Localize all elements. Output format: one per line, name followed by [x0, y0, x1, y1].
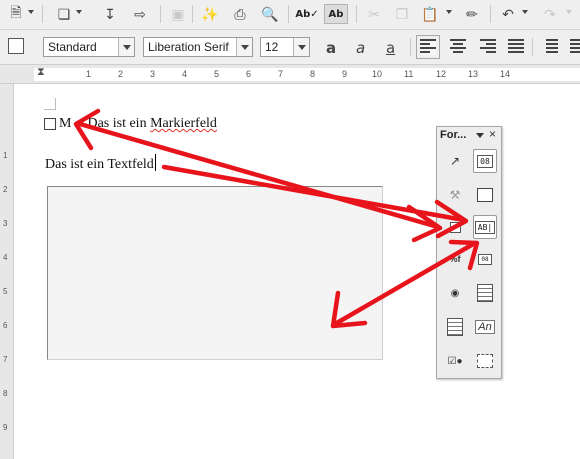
- checkbox-control[interactable]: M Das ist ein Markierfeld: [44, 116, 217, 132]
- textfield-label-text: Das ist ein Textfeld: [45, 157, 154, 172]
- bold-button[interactable]: a: [326, 39, 336, 57]
- print-icon[interactable]: ⎙: [230, 4, 250, 24]
- autospell-icon[interactable]: Ab: [324, 4, 348, 24]
- ruler-number: 12: [436, 69, 447, 79]
- undo-dropdown-icon[interactable]: [522, 10, 528, 14]
- templates-icon[interactable]: ❏: [54, 4, 74, 24]
- ruler-number: 1: [86, 69, 92, 79]
- ruler-number: 14: [500, 69, 511, 79]
- formatted-field-icon[interactable]: %f: [443, 247, 467, 271]
- textfield-label: Das ist ein Textfeld: [45, 154, 156, 173]
- ruler-number: 2: [3, 185, 8, 194]
- list-box-icon[interactable]: [473, 281, 497, 305]
- bullets-button[interactable]: [566, 39, 580, 55]
- ruler-number: 8: [310, 69, 316, 79]
- formatting-toolbar: Standard Liberation Serif 12 a a a: [0, 30, 580, 65]
- italic-button[interactable]: a: [356, 39, 365, 57]
- align-right-button[interactable]: [480, 39, 496, 55]
- paragraph-style-value: Standard: [48, 40, 97, 54]
- push-button-icon[interactable]: 08: [473, 247, 497, 271]
- undo-icon[interactable]: ↶: [498, 4, 518, 24]
- export-pdf-icon[interactable]: ✨: [200, 4, 220, 24]
- ruler-number: 10: [372, 69, 383, 79]
- chevron-down-icon[interactable]: [236, 38, 252, 56]
- justify-button[interactable]: [508, 39, 524, 55]
- chevron-down-icon[interactable]: [293, 38, 309, 56]
- text-box-icon[interactable]: AB|: [473, 215, 497, 239]
- font-size-value: 12: [265, 40, 279, 54]
- underline-button[interactable]: a: [386, 39, 395, 57]
- font-name-combo[interactable]: Liberation Serif: [143, 37, 253, 57]
- ruler-number: 6: [246, 69, 252, 79]
- ruler-number: 5: [3, 287, 8, 296]
- vertical-ruler[interactable]: 1 2 3 4 5 6 7 8 9: [0, 84, 14, 459]
- check-box-icon[interactable]: ✓: [443, 215, 467, 239]
- paste-icon[interactable]: 📋: [420, 4, 440, 24]
- styles-icon[interactable]: [8, 38, 24, 54]
- export-icon[interactable]: ⇨: [130, 4, 150, 24]
- ruler-number: 13: [468, 69, 479, 79]
- form-navigator-icon[interactable]: [473, 183, 497, 207]
- redo-icon[interactable]: ↷: [540, 4, 560, 24]
- clone-formatting-icon[interactable]: ✏: [462, 4, 482, 24]
- spelling-icon[interactable]: Ab✓: [295, 4, 318, 24]
- label-field-icon[interactable]: An: [473, 315, 497, 339]
- ruler-number: 9: [3, 423, 8, 432]
- checkbox-box[interactable]: [44, 118, 56, 130]
- redo-dropdown-icon[interactable]: [566, 10, 572, 14]
- ruler-number: 1: [3, 151, 8, 160]
- control-properties-icon[interactable]: ⚒: [443, 183, 467, 207]
- ruler-number: 4: [182, 69, 188, 79]
- ruler-number: 2: [118, 69, 124, 79]
- option-button-icon[interactable]: ◉: [443, 281, 467, 305]
- form-design-icon[interactable]: [473, 349, 497, 373]
- ruler-number: 7: [278, 69, 284, 79]
- ruler-number: 6: [3, 321, 8, 330]
- ruler-number: 7: [3, 355, 8, 364]
- indent-marker-icon[interactable]: ⧗: [37, 66, 45, 79]
- ruler-number: 9: [342, 69, 348, 79]
- cut-icon[interactable]: ✂: [364, 4, 384, 24]
- paste-dropdown-icon[interactable]: [446, 10, 452, 14]
- new-dropdown-icon[interactable]: [28, 10, 34, 14]
- ruler-number: 3: [3, 219, 8, 228]
- ruler-number: 3: [150, 69, 156, 79]
- more-controls-icon[interactable]: ☑●: [443, 349, 467, 373]
- numbering-button[interactable]: [542, 39, 558, 55]
- align-left-button[interactable]: [416, 35, 440, 59]
- new-document-icon[interactable]: 🗎: [6, 4, 26, 24]
- combo-box-icon[interactable]: [443, 315, 467, 339]
- copy-icon[interactable]: ❐: [392, 4, 412, 24]
- checkbox-caption: Das ist ein Markierfeld: [87, 116, 217, 131]
- chevron-down-icon[interactable]: [118, 38, 134, 56]
- checkbox-prefix: M: [59, 116, 72, 131]
- ruler-number: 11: [404, 69, 414, 79]
- font-name-value: Liberation Serif: [148, 40, 229, 54]
- panel-title: For...: [440, 129, 467, 141]
- text-boundary-corner: [44, 98, 56, 110]
- form-controls-panel: For... × ↗ 08 ⚒ ✓ AB| %f 08 ◉ An ☑●: [436, 126, 502, 379]
- templates-dropdown-icon[interactable]: [76, 10, 82, 14]
- horizontal-ruler[interactable]: ⧗ 1 2 3 4 5 6 7 8 9 10 11 12 13 14: [0, 65, 580, 84]
- standard-toolbar: 🗎 ❏ ↧ ⇨ ▣ ✨ ⎙ 🔍 Ab✓ Ab ✂ ❐ 📋 ✏ ↶ ↷: [0, 0, 580, 30]
- print-preview-icon[interactable]: 🔍: [260, 4, 280, 24]
- text-cursor: [154, 154, 156, 171]
- align-center-button[interactable]: [450, 39, 466, 55]
- ruler-number: 8: [3, 389, 8, 398]
- text-box-control[interactable]: [47, 186, 383, 360]
- close-icon[interactable]: ×: [489, 127, 496, 141]
- ruler-number: 5: [214, 69, 220, 79]
- select-pointer-icon[interactable]: ↗: [443, 149, 467, 173]
- panel-menu-icon[interactable]: [476, 133, 484, 138]
- paragraph-style-combo[interactable]: Standard: [43, 37, 135, 57]
- edit-mode-icon[interactable]: ▣: [168, 4, 188, 24]
- font-size-combo[interactable]: 12: [260, 37, 310, 57]
- ruler-number: 4: [3, 253, 8, 262]
- save-icon[interactable]: ↧: [100, 4, 120, 24]
- design-mode-icon[interactable]: 08: [473, 149, 497, 173]
